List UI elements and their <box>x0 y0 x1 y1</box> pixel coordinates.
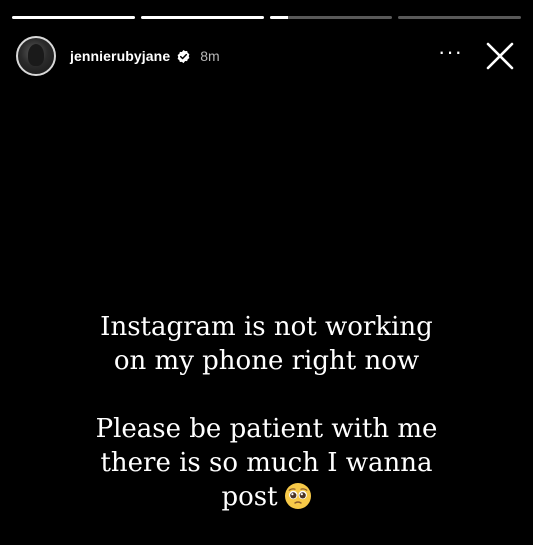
progress-segment-3 <box>269 16 393 19</box>
username[interactable]: jennierubyjane <box>70 48 170 64</box>
close-icon[interactable] <box>485 41 515 71</box>
caption-line: Please be patient with me <box>95 414 438 444</box>
caption-word: post <box>221 482 278 512</box>
caption-line: on my phone right now <box>113 346 420 376</box>
caption-line: Instagram is not working <box>100 312 433 342</box>
more-options-button[interactable]: ··· <box>438 39 463 65</box>
verified-badge-icon <box>176 49 191 64</box>
progress-segment-2 <box>140 16 264 19</box>
progress-segment-4 <box>398 16 521 19</box>
story-caption: Instagram is not working on my phone rig… <box>0 310 533 514</box>
story-viewer[interactable]: jennierubyjane 8m ··· Instagram is not w… <box>0 0 533 545</box>
story-header: jennierubyjane 8m ··· <box>16 32 521 80</box>
caption-line: there is so much I wanna <box>100 448 433 478</box>
story-progress-bar <box>12 16 521 19</box>
progress-segment-1 <box>12 16 135 19</box>
pleading-face-icon <box>284 482 312 510</box>
profile-photo-icon[interactable] <box>16 36 56 76</box>
caption-last-line: post <box>0 480 533 514</box>
post-time: 8m <box>200 48 220 64</box>
